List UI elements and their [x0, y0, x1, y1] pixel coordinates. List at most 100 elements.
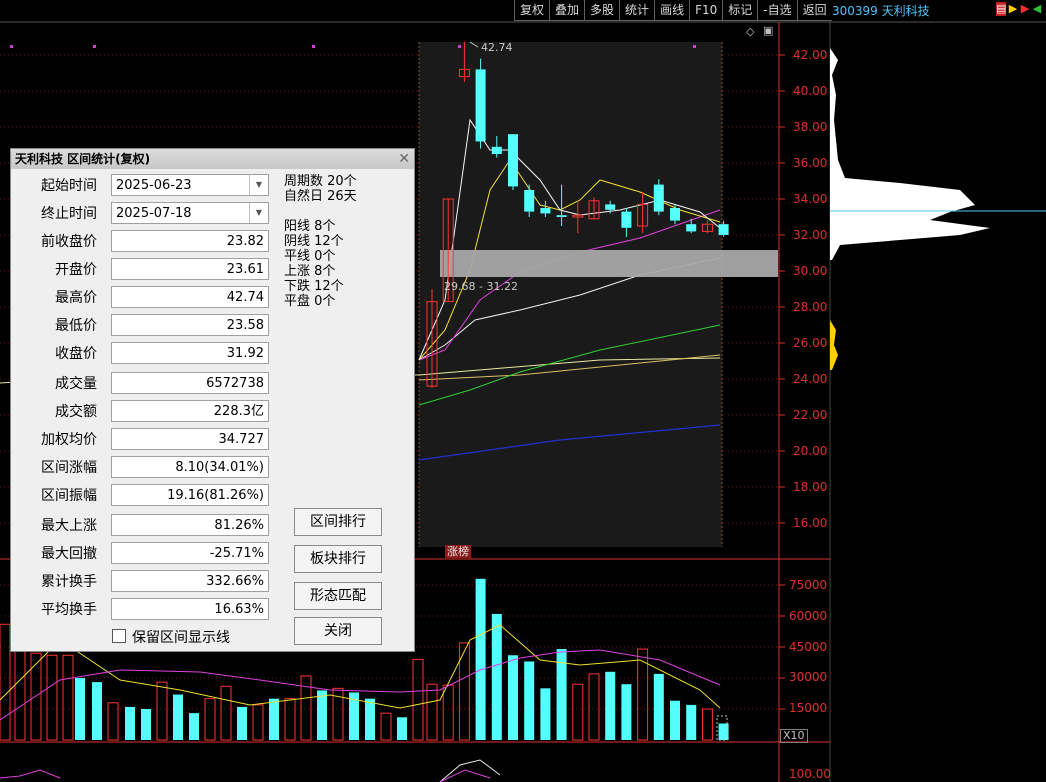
candle-body: [491, 146, 502, 154]
volume-bar: [572, 683, 584, 741]
flat-count: 平线 0个: [284, 249, 336, 264]
volume-bar: [442, 684, 454, 741]
toolbar-overlay-button[interactable]: 叠加: [549, 0, 585, 21]
toolbar-multistock-button[interactable]: 多股: [584, 0, 620, 21]
dialog-title: 天利科技 区间统计(复权): [15, 152, 151, 166]
doc-icon[interactable]: ▤: [996, 2, 1006, 16]
marker-dot: [312, 45, 315, 48]
volume-bar: [107, 702, 119, 741]
zhangting-badge[interactable]: 涨榜: [445, 545, 471, 558]
stat-label: 收盘价: [55, 346, 97, 362]
interval-rank-button[interactable]: 区间排行: [294, 508, 382, 536]
stat-label: 累计换手: [41, 574, 97, 590]
stat-label: 开盘价: [55, 262, 97, 278]
volume-bar: [220, 685, 232, 741]
chevron-down-icon[interactable]: ▼: [249, 175, 268, 195]
range-label: 29.68 - 31.22: [444, 280, 518, 293]
stat-value: -25.71%: [111, 542, 269, 564]
volume-bar: [540, 688, 551, 740]
price-tick: 16.00: [793, 516, 828, 530]
stat-label: 最大回撤: [41, 546, 97, 562]
price-tick: 30.00: [793, 264, 828, 278]
volume-bar: [141, 709, 151, 740]
volume-bar: [0, 623, 11, 741]
volume-bar: [524, 661, 535, 740]
stat-label: 最高价: [55, 290, 97, 306]
toolbar-fuquan-button[interactable]: 复权: [514, 0, 550, 21]
candle-body: [475, 69, 486, 142]
end-time-label: 终止时间: [41, 206, 97, 222]
volume-bar: [588, 673, 600, 741]
stat-label: 加权均价: [41, 432, 97, 448]
volume-bar: [189, 713, 199, 740]
candle-body: [670, 208, 680, 221]
price-tick: 40.00: [793, 84, 828, 98]
indicator-tick: 100.00: [789, 767, 831, 781]
volume-tick: 15000: [789, 701, 828, 715]
stat-label: 成交量: [55, 376, 97, 392]
flag-icon[interactable]: ▶: [1020, 2, 1030, 16]
diamond-icon[interactable]: ◇: [746, 25, 754, 38]
volume-bar: [605, 671, 616, 740]
volume-bar: [701, 708, 713, 741]
volume-bar: [62, 654, 74, 741]
volume-tick: 45000: [789, 640, 828, 654]
volume-bar: [670, 700, 680, 740]
stat-label: 区间涨幅: [41, 460, 97, 476]
window-icon[interactable]: ▣: [763, 24, 773, 37]
candle-body: [653, 184, 664, 212]
volume-bar: [621, 684, 632, 740]
price-tick: 28.00: [793, 300, 828, 314]
price-tick: 42.00: [793, 48, 828, 62]
candle-body: [686, 224, 697, 232]
start-date-picker[interactable]: 2025-06-23 ▼: [111, 174, 269, 196]
stat-label: 平均换手: [41, 602, 97, 618]
volume-bar: [426, 683, 438, 741]
volume-profile-yellow: [830, 320, 838, 370]
chevron-down-icon[interactable]: ▼: [249, 203, 268, 223]
dialog-titlebar[interactable]: 天利科技 区间统计(复权) ✕: [11, 149, 414, 169]
toolbar-remove-watchlist-button[interactable]: -自选: [757, 0, 797, 21]
close-button[interactable]: 关闭: [294, 617, 382, 645]
candle-body: [540, 208, 551, 214]
price-tick: 24.00: [793, 372, 828, 386]
volume-bar: [317, 690, 327, 740]
volume-bar: [491, 613, 502, 740]
stock-title[interactable]: 300399 天利科技: [832, 2, 930, 19]
volume-bar: [397, 717, 407, 740]
volume-bar: [204, 698, 216, 741]
marker-dot: [458, 45, 461, 48]
interval-stats-dialog: 天利科技 区间统计(复权) ✕ 起始时间 2025-06-23 ▼ 终止时间 20…: [10, 148, 415, 652]
marker-dot: [693, 45, 696, 48]
play-icon[interactable]: ▶: [1008, 2, 1018, 16]
keep-range-line-checkbox[interactable]: 保留区间显示线: [112, 629, 230, 647]
toolbar-f10-button[interactable]: F10: [689, 0, 723, 21]
end-date-picker[interactable]: 2025-07-18 ▼: [111, 202, 269, 224]
indicator-line: [439, 759, 501, 782]
volume-bar: [653, 673, 664, 740]
period-count: 周期数 20个: [284, 174, 357, 189]
pattern-match-button[interactable]: 形态匹配: [294, 582, 382, 610]
volume-bar: [412, 658, 424, 741]
price-tick: 32.00: [793, 228, 828, 242]
sector-rank-button[interactable]: 板块排行: [294, 545, 382, 573]
volume-bar: [237, 706, 247, 740]
indicator-line: [0, 769, 61, 779]
down-count: 下跌 12个: [284, 279, 344, 294]
right-icons: ▤ ▶ ▶ ◀: [996, 2, 1042, 16]
volume-bar: [75, 678, 85, 740]
arrow-icon[interactable]: ◀: [1032, 2, 1042, 16]
toolbar-stats-button[interactable]: 统计: [619, 0, 655, 21]
toolbar-mark-button[interactable]: 标记: [722, 0, 758, 21]
volume-bar: [156, 681, 168, 741]
price-tick: 20.00: [793, 444, 828, 458]
selected-interval-bg: [419, 42, 722, 547]
toolbar-draw-button[interactable]: 画线: [654, 0, 690, 21]
start-time-label: 起始时间: [41, 178, 97, 194]
price-tick: 18.00: [793, 480, 828, 494]
close-icon[interactable]: ✕: [398, 149, 410, 169]
volume-bar: [92, 682, 102, 740]
stat-value: 23.82: [111, 230, 269, 252]
toolbar-back-button[interactable]: 返回: [796, 0, 832, 21]
checkbox-icon[interactable]: [112, 629, 126, 643]
